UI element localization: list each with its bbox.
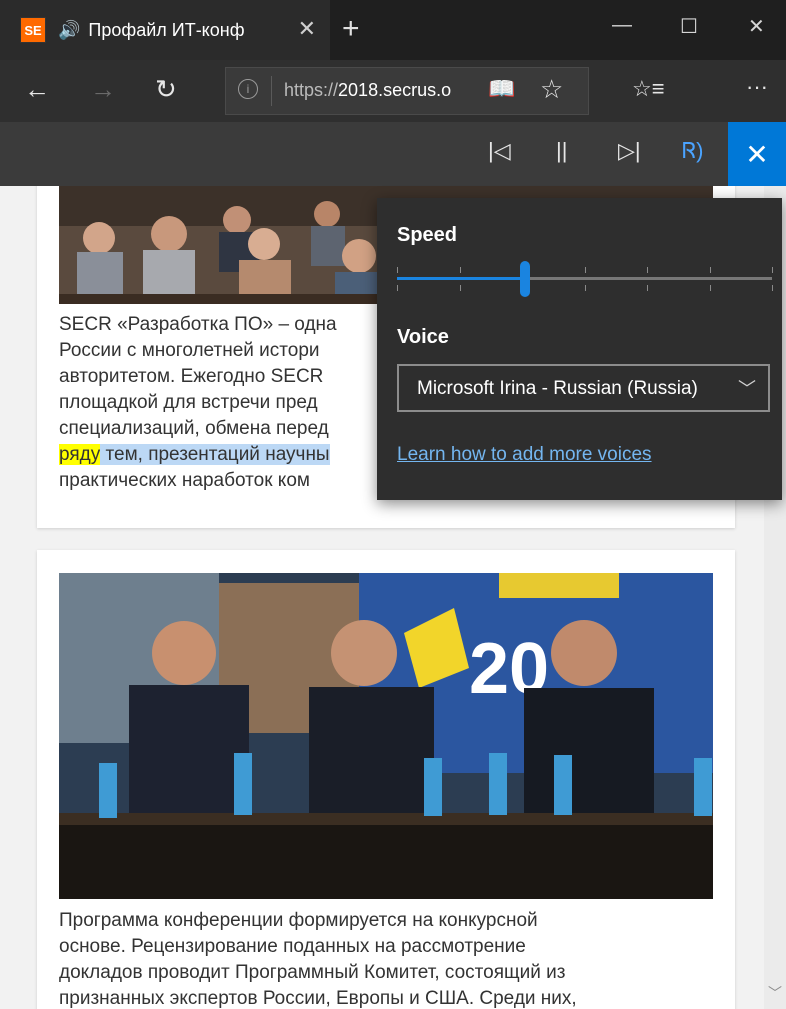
next-paragraph-icon[interactable]: ▷| [618, 138, 641, 164]
add-favorite-icon[interactable]: ☆ [540, 74, 563, 105]
speed-slider-tick [647, 267, 648, 273]
address-bar[interactable]: i https://2018.secrus.o 📖 ☆ [225, 67, 589, 115]
article-card: 20 Программа конференции формируется на … [37, 550, 735, 1009]
more-menu-icon[interactable]: ··· [746, 74, 768, 100]
current-sentence-highlight: тем, презентаций научны [100, 444, 330, 465]
speed-slider-tick [709, 285, 711, 291]
pause-icon[interactable]: || [556, 138, 567, 164]
speed-slider-tick [397, 285, 398, 291]
url-text[interactable]: https://2018.secrus.o [284, 80, 484, 101]
navigation-bar: ← → ↻ i https://2018.secrus.o 📖 ☆ ☆≡ ··· [0, 60, 786, 122]
new-tab-button[interactable]: + [342, 12, 360, 46]
window-close-button[interactable]: ✕ [748, 14, 765, 39]
learn-more-voices-link[interactable]: Learn how to add more voices [397, 444, 652, 466]
speed-slider-tick [459, 267, 461, 273]
read-aloud-toolbar: |◁ || ▷| Ꮢ) ✕ [0, 122, 786, 186]
paragraph-line: признанных экспертов России, Европы и СШ… [59, 988, 577, 1009]
speed-slider-fill [397, 277, 525, 280]
voice-settings-panel: Speed Voice Microsoft Irina - Russian (R… [377, 198, 782, 500]
site-info-icon[interactable]: i [238, 79, 258, 99]
browser-tab[interactable]: SE 🔊 Профайл ИТ-конф ✕ [0, 0, 330, 60]
refresh-icon[interactable]: ↻ [155, 74, 177, 105]
minimize-button[interactable]: — [612, 14, 632, 37]
speed-slider-tick [584, 285, 586, 291]
previous-paragraph-icon[interactable]: |◁ [488, 138, 511, 164]
tab-close-button[interactable]: ✕ [298, 16, 316, 42]
audio-playing-icon[interactable]: 🔊 [58, 20, 80, 41]
voice-settings-icon[interactable]: Ꮢ) [682, 138, 703, 164]
speed-slider-tick [772, 285, 773, 291]
chevron-down-icon: ﹀ [738, 379, 756, 399]
reading-view-icon[interactable]: 📖 [488, 76, 515, 102]
speed-label: Speed [397, 224, 458, 246]
article-paragraph-2: Программа конференции формируется на кон… [59, 908, 719, 1009]
close-read-aloud-button[interactable]: ✕ [728, 122, 786, 186]
url-protocol: https:// [284, 80, 339, 100]
favorites-hub-icon[interactable]: ☆≡ [632, 76, 665, 102]
speed-slider-tick [397, 267, 398, 273]
current-word-highlight: ряду [59, 444, 101, 465]
url-host: 2018.secrus.o [338, 80, 452, 100]
speed-slider-tick [772, 267, 773, 273]
conference-panel-photo: 20 [59, 573, 713, 899]
paragraph-line: докладов проводит Программный Комитет, с… [59, 962, 566, 983]
tab-title: Профайл ИТ-конф [88, 19, 245, 40]
maximize-button[interactable]: ☐ [680, 14, 698, 39]
speed-slider-tick [459, 285, 461, 291]
paragraph-line: Программа конференции формируется на кон… [59, 910, 538, 931]
forward-icon[interactable]: → [90, 74, 116, 105]
speed-slider-tick [647, 285, 648, 291]
address-separator [271, 76, 272, 106]
back-icon[interactable]: ← [24, 74, 50, 105]
paragraph-line: основе. Рецензирование поданных на рассм… [59, 936, 526, 957]
voice-label: Voice [397, 326, 449, 348]
voice-selected-value: Microsoft Irina - Russian (Russia) [417, 378, 698, 399]
speed-slider-thumb[interactable] [519, 261, 530, 297]
scroll-down-icon[interactable]: ﹀ [768, 983, 782, 1003]
speed-slider-tick [709, 267, 711, 273]
title-bar: SE 🔊 Профайл ИТ-конф ✕ + — ☐ ✕ [0, 0, 786, 60]
site-favicon: SE [20, 17, 46, 43]
voice-dropdown[interactable]: Microsoft Irina - Russian (Russia) ﹀ [397, 364, 770, 412]
speed-slider-tick [584, 267, 586, 273]
